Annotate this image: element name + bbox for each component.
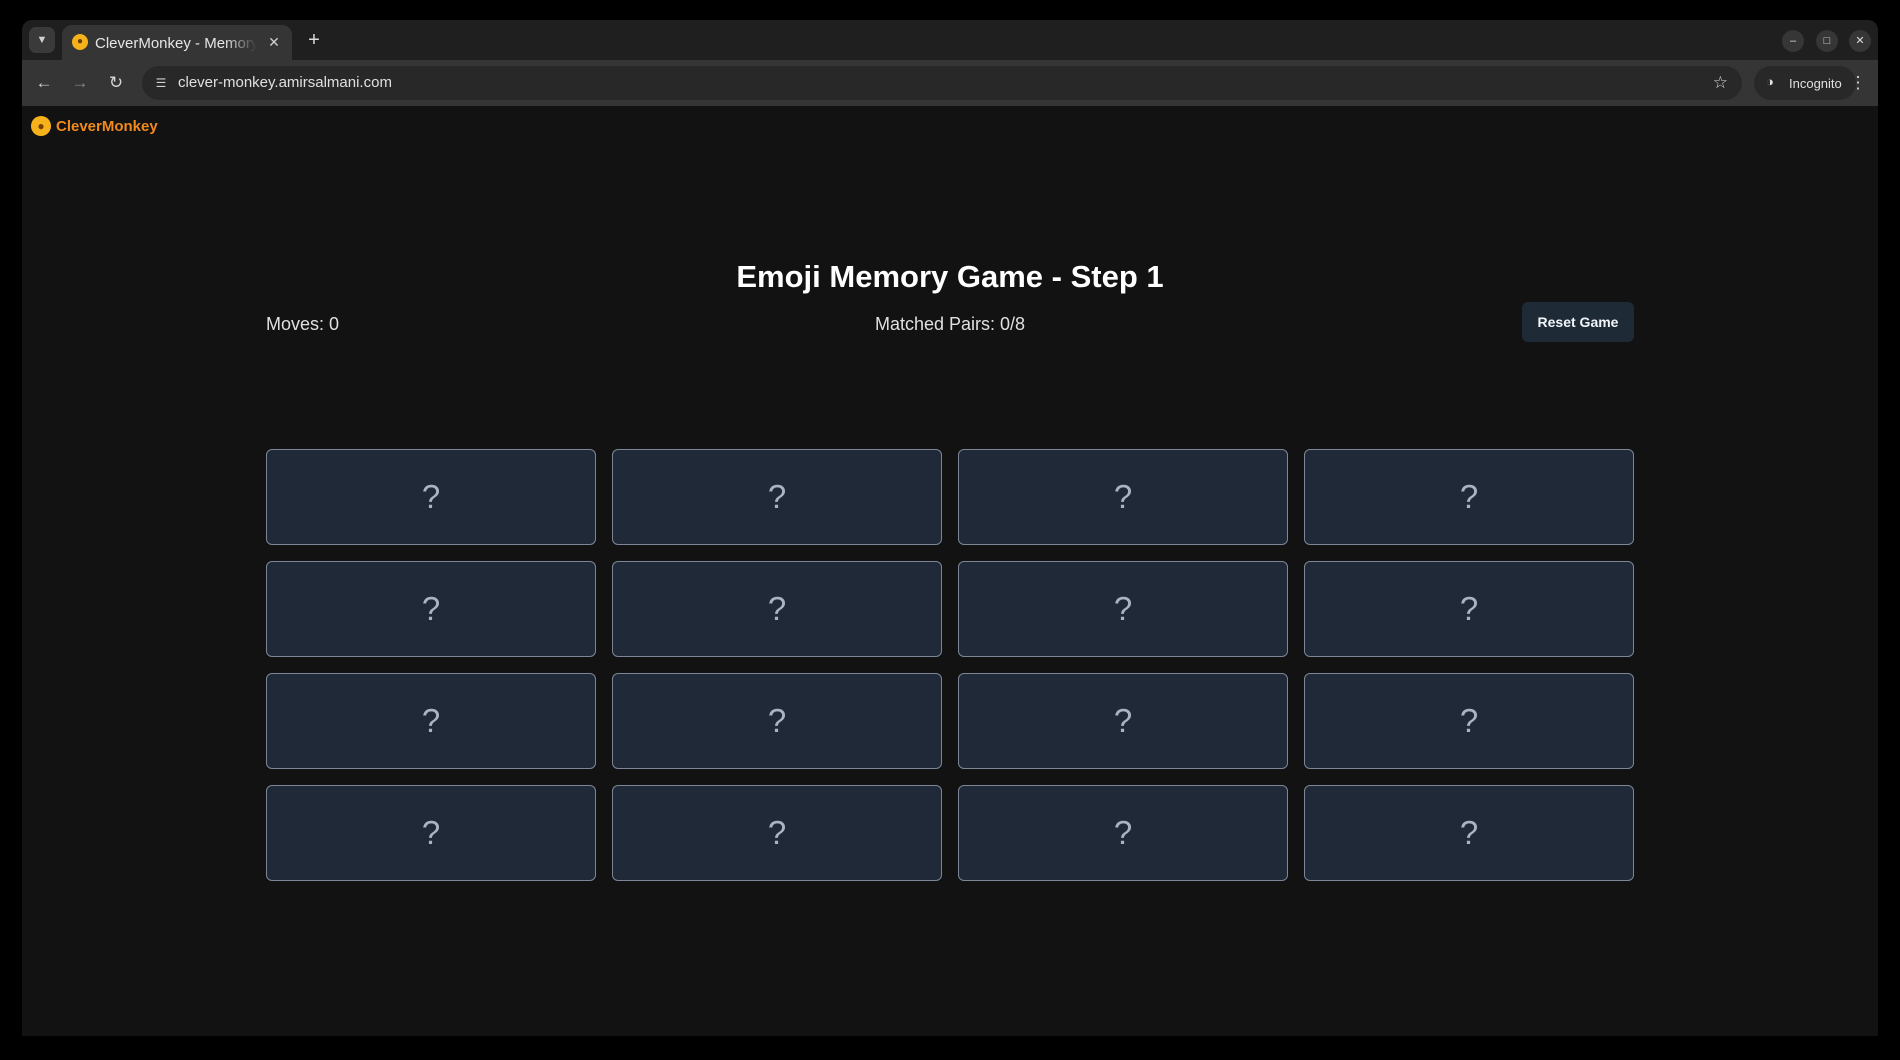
tab-search-chevron-icon[interactable]: ▼ (29, 27, 55, 53)
card-back-symbol: ? (421, 702, 441, 739)
card-back-symbol: ? (767, 478, 787, 515)
card-back-symbol: ? (421, 590, 441, 627)
memory-card[interactable]: ? (958, 785, 1288, 881)
url-text[interactable]: clever-monkey.amirsalmani.com (178, 74, 392, 91)
card-back-symbol: ? (1459, 590, 1479, 627)
card-back-symbol: ? (421, 814, 441, 851)
memory-card[interactable]: ? (266, 673, 596, 769)
back-arrow-icon[interactable]: ← (32, 71, 56, 95)
memory-card[interactable]: ? (1304, 673, 1634, 769)
memory-card[interactable]: ? (266, 449, 596, 545)
card-back-symbol: ? (1459, 702, 1479, 739)
reload-icon[interactable]: ↻ (104, 71, 128, 95)
brand-name: CleverMonkey (56, 117, 158, 135)
brand-link[interactable]: ● CleverMonkey (31, 115, 158, 137)
browser-toolbar: ← → ↻ ☰ clever-monkey.amirsalmani.com ☆ … (22, 60, 1878, 106)
incognito-label: Incognito (1789, 76, 1842, 91)
card-back-symbol: ? (1113, 478, 1133, 515)
reset-game-button[interactable]: Reset Game (1522, 302, 1634, 342)
browser-menu-icon[interactable]: ⋮ (1848, 71, 1868, 95)
close-window-icon[interactable]: ✕ (1849, 30, 1871, 52)
memory-card[interactable]: ? (612, 785, 942, 881)
card-back-symbol: ? (1459, 814, 1479, 851)
maximize-icon[interactable]: □ (1816, 30, 1838, 52)
browser-tab[interactable]: ● CleverMonkey - Memory Game ✕ (62, 25, 292, 60)
monkey-favicon-icon: ● (72, 34, 88, 50)
memory-card[interactable]: ? (612, 449, 942, 545)
memory-card[interactable]: ? (958, 449, 1288, 545)
memory-card[interactable]: ? (1304, 785, 1634, 881)
card-back-symbol: ? (767, 590, 787, 627)
forward-arrow-icon[interactable]: → (68, 71, 92, 95)
card-back-symbol: ? (421, 478, 441, 515)
incognito-icon: ◑ (1766, 74, 1774, 89)
browser-window: ▼ ● CleverMonkey - Memory Game ✕ + – □ ✕… (22, 20, 1878, 1036)
memory-card[interactable]: ? (266, 561, 596, 657)
memory-card[interactable]: ? (1304, 561, 1634, 657)
card-back-symbol: ? (1113, 702, 1133, 739)
card-grid: ? ? ? ? ? ? ? ? ? ? ? ? ? ? ? ? (266, 449, 1634, 881)
monkey-logo-icon: ● (31, 116, 51, 136)
bookmark-star-icon[interactable]: ☆ (1713, 72, 1728, 94)
memory-card[interactable]: ? (266, 785, 596, 881)
site-info-icon[interactable]: ☰ (152, 74, 170, 92)
memory-card[interactable]: ? (1304, 449, 1634, 545)
page-title: Emoji Memory Game - Step 1 (736, 259, 1164, 294)
card-back-symbol: ? (767, 702, 787, 739)
tab-close-icon[interactable]: ✕ (265, 33, 283, 51)
minimize-icon[interactable]: – (1782, 30, 1804, 52)
card-back-symbol: ? (767, 814, 787, 851)
address-bar[interactable]: ☰ clever-monkey.amirsalmani.com ☆ (142, 66, 1742, 100)
card-back-symbol: ? (1459, 478, 1479, 515)
memory-card[interactable]: ? (958, 561, 1288, 657)
memory-card[interactable]: ? (612, 673, 942, 769)
new-tab-plus-icon[interactable]: + (302, 28, 326, 52)
page-content: ● CleverMonkey Emoji Memory Game - Step … (22, 106, 1878, 1036)
memory-card[interactable]: ? (612, 561, 942, 657)
card-back-symbol: ? (1113, 590, 1133, 627)
incognito-indicator[interactable]: ◑ Incognito (1754, 66, 1856, 100)
tab-strip: ▼ ● CleverMonkey - Memory Game ✕ + – □ ✕ (22, 20, 1878, 60)
tab-title: CleverMonkey - Memory Game (95, 35, 257, 52)
memory-card[interactable]: ? (958, 673, 1288, 769)
card-back-symbol: ? (1113, 814, 1133, 851)
